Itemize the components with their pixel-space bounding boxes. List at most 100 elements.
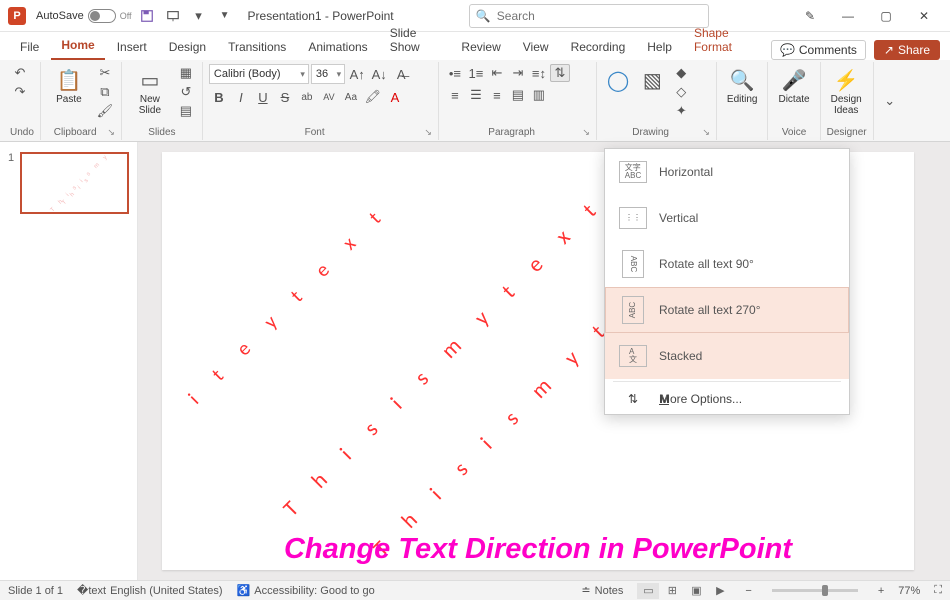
strike-button[interactable]: S: [275, 88, 295, 106]
copy-button[interactable]: ⧉: [95, 83, 115, 101]
close-button[interactable]: ✕: [906, 2, 942, 30]
language-status[interactable]: �text English (United States): [77, 584, 223, 597]
rotate270-label: Rotate all text 270°: [659, 303, 761, 317]
dictate-button[interactable]: 🎤Dictate: [774, 64, 813, 107]
align-right-button[interactable]: ≡: [487, 86, 507, 104]
indent-inc-button[interactable]: ⇥: [508, 64, 528, 82]
underline-button[interactable]: U: [253, 88, 273, 106]
paste-button[interactable]: 📋Paste: [47, 64, 91, 107]
tab-insert[interactable]: Insert: [107, 36, 157, 60]
font-color-button[interactable]: A: [385, 88, 405, 106]
tab-review[interactable]: Review: [451, 36, 510, 60]
paragraph-launcher[interactable]: ↘: [582, 127, 590, 138]
font-family-select[interactable]: Calibri (Body): [209, 64, 309, 84]
change-case-button[interactable]: Aa: [341, 88, 361, 106]
bold-button[interactable]: B: [209, 88, 229, 106]
document-title: Presentation1 - PowerPoint: [248, 9, 394, 23]
zoom-level[interactable]: 77%: [898, 585, 920, 597]
maximize-button[interactable]: ▢: [868, 2, 904, 30]
zoom-slider[interactable]: [772, 589, 858, 592]
layout-button[interactable]: ▦: [176, 64, 196, 82]
shapes-gallery[interactable]: ◯: [603, 64, 633, 96]
tab-transitions[interactable]: Transitions: [218, 36, 296, 60]
tab-home[interactable]: Home: [51, 34, 104, 60]
tab-shape-format[interactable]: Shape Format: [684, 22, 767, 60]
accessibility-status[interactable]: ♿ Accessibility: Good to go: [237, 584, 375, 597]
justify-button[interactable]: ▤: [508, 86, 528, 104]
line-spacing-button[interactable]: ≡↕: [529, 64, 549, 82]
reset-button[interactable]: ↺: [176, 83, 196, 101]
qat-overflow-icon[interactable]: ▼: [214, 5, 236, 27]
tab-slideshow[interactable]: Slide Show: [380, 22, 450, 60]
text-direction-vertical[interactable]: ⋮⋮ Vertical: [605, 195, 849, 241]
notes-button[interactable]: ≐ Notes: [581, 584, 623, 597]
drawing-launcher[interactable]: ↘: [702, 127, 710, 138]
columns-button[interactable]: ▥: [529, 86, 549, 104]
text-direction-stacked[interactable]: A文 Stacked: [605, 333, 849, 379]
char-spacing-button[interactable]: AV: [319, 88, 339, 106]
editing-button[interactable]: 🔍Editing: [723, 64, 762, 107]
comments-button[interactable]: 💬 Comments: [771, 40, 866, 60]
arrange-button[interactable]: ▧: [637, 64, 667, 96]
redo-button[interactable]: ↷: [10, 83, 30, 101]
design-ideas-button[interactable]: ⚡Design Ideas: [827, 64, 866, 118]
shape-fill-button[interactable]: ◆: [671, 64, 691, 82]
tab-design[interactable]: Design: [159, 36, 216, 60]
align-left-button[interactable]: ≡: [445, 86, 465, 104]
sorter-view-button[interactable]: ⊞: [661, 583, 683, 599]
clipboard-launcher[interactable]: ↘: [107, 127, 115, 138]
format-painter-button[interactable]: 🖌: [95, 102, 115, 120]
fit-window-button[interactable]: ⛶: [934, 584, 942, 597]
shrink-font-button[interactable]: A↓: [369, 65, 389, 83]
app-icon: P: [8, 7, 26, 25]
tab-file[interactable]: File: [10, 36, 49, 60]
undo-button[interactable]: ↶: [10, 64, 30, 82]
new-slide-button[interactable]: ▭New Slide: [128, 64, 172, 118]
save-icon[interactable]: [136, 5, 158, 27]
slide-indicator[interactable]: Slide 1 of 1: [8, 585, 63, 597]
cut-button[interactable]: ✂: [95, 64, 115, 82]
tab-recording[interactable]: Recording: [561, 36, 636, 60]
normal-view-button[interactable]: ▭: [637, 583, 659, 599]
clear-format-button[interactable]: A̶: [391, 65, 411, 83]
numbering-button[interactable]: 1≡: [466, 64, 486, 82]
italic-button[interactable]: I: [231, 88, 251, 106]
slide-text-3[interactable]: i t e y t e x t: [184, 199, 395, 410]
shape-effects-button[interactable]: ✦: [671, 102, 691, 120]
share-button[interactable]: ↗ Share: [874, 40, 940, 60]
font-size-select[interactable]: 36: [311, 64, 345, 84]
autosave-control[interactable]: AutoSave Off: [36, 9, 132, 23]
qat-more-icon[interactable]: ▾: [188, 5, 210, 27]
text-direction-button[interactable]: ⇅: [550, 64, 570, 82]
text-direction-more-options[interactable]: ⇅ MMore Options...: [605, 384, 849, 414]
grow-font-button[interactable]: A↑: [347, 65, 367, 83]
present-icon[interactable]: [162, 5, 184, 27]
indent-dec-button[interactable]: ⇤: [487, 64, 507, 82]
slideshow-view-button[interactable]: ▶: [709, 583, 731, 599]
view-switcher: ▭ ⊞ ▣ ▶: [637, 583, 731, 599]
reading-view-button[interactable]: ▣: [685, 583, 707, 599]
text-direction-horizontal[interactable]: 文字ABC Horizontal: [605, 149, 849, 195]
tab-animations[interactable]: Animations: [298, 36, 377, 60]
text-direction-rotate270[interactable]: ABC Rotate all text 270°: [605, 287, 849, 333]
tab-view[interactable]: View: [513, 36, 559, 60]
zoom-out-button[interactable]: −: [745, 585, 751, 597]
tab-help[interactable]: Help: [637, 36, 682, 60]
minimize-button[interactable]: —: [830, 2, 866, 30]
ink-icon[interactable]: ✎: [792, 2, 828, 30]
font-launcher[interactable]: ↘: [424, 127, 432, 138]
section-button[interactable]: ▤: [176, 102, 196, 120]
slide-thumbnail[interactable]: T h i s i s m y T h i s: [20, 152, 129, 214]
shape-outline-button[interactable]: ◇: [671, 83, 691, 101]
shadow-button[interactable]: ab: [297, 88, 317, 106]
bullets-button[interactable]: •≡: [445, 64, 465, 82]
text-direction-rotate90[interactable]: ABC Rotate all text 90°: [605, 241, 849, 287]
ribbon-collapse-button[interactable]: ⌄: [880, 92, 900, 110]
search-box[interactable]: 🔍: [469, 4, 709, 28]
highlight-button[interactable]: 🖍: [363, 88, 383, 106]
zoom-in-button[interactable]: +: [878, 585, 884, 597]
autosave-toggle[interactable]: [88, 9, 116, 23]
align-center-button[interactable]: ☰: [466, 86, 486, 104]
search-input[interactable]: [497, 9, 702, 23]
thumbnail-pane[interactable]: 1 T h i s i s m y T h i s: [0, 142, 138, 580]
